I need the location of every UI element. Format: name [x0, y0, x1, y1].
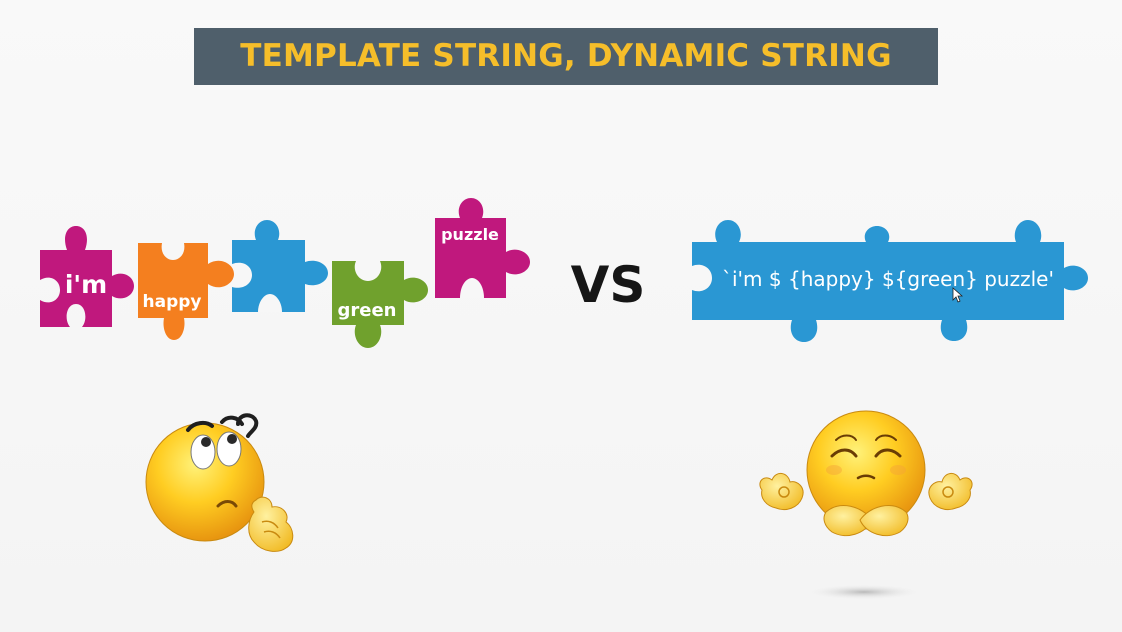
- puzzle-piece-green: green: [332, 261, 428, 348]
- puzzle-piece-im: i'm: [40, 226, 134, 327]
- puzzle-piece-green-label: green: [338, 300, 397, 321]
- meditating-face-icon: [759, 410, 973, 600]
- thinking-face-icon: [145, 413, 294, 552]
- puzzle-piece-blue-shape: [232, 220, 328, 312]
- puzzle-piece-puzzle: puzzle: [435, 198, 530, 298]
- template-string-piece: `i'm $ {happy} ${green} puzzle': [692, 220, 1088, 342]
- puzzle-piece-puzzle-label: puzzle: [441, 225, 499, 244]
- puzzle-piece-puzzle-shape: [435, 198, 530, 298]
- puzzle-piece-happy-label: happy: [143, 292, 202, 312]
- template-string-text: `i'm $ {happy} ${green} puzzle': [722, 267, 1054, 291]
- vs-label: VS: [571, 256, 646, 314]
- puzzle-piece-happy: happy: [138, 243, 234, 340]
- puzzle-piece-blue: [232, 220, 328, 312]
- scene: i'm happy green puzzle VS `i'm $ {happy}…: [40, 198, 1088, 600]
- puzzle-piece-im-label: i'm: [65, 270, 107, 299]
